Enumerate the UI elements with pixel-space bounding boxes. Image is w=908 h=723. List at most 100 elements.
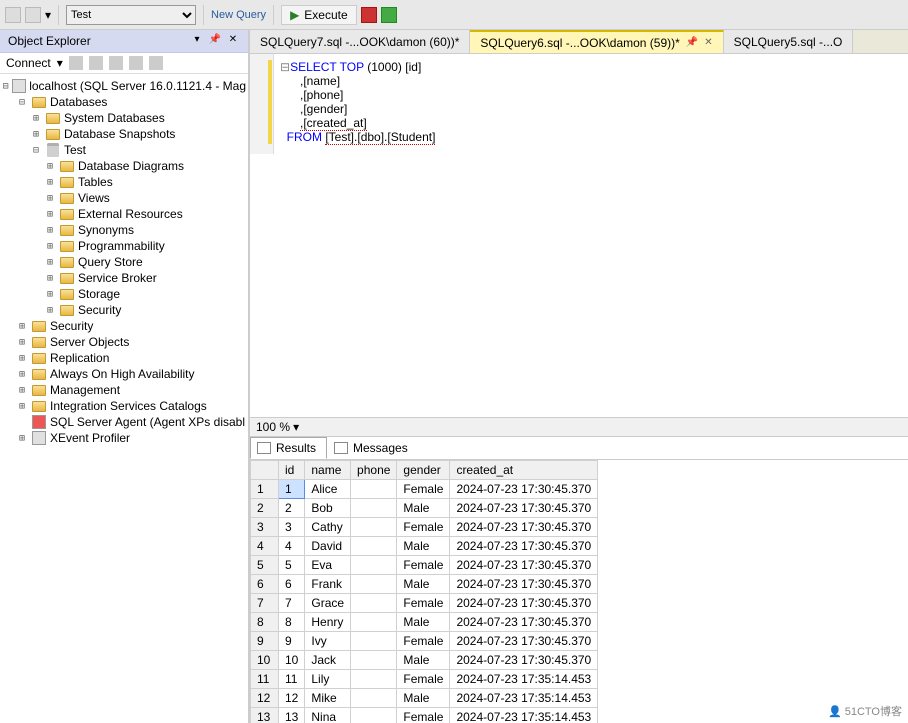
cell[interactable]: Ivy: [305, 632, 351, 651]
cell[interactable]: 2024-07-23 17:30:45.370: [450, 480, 598, 499]
toolbar-icon[interactable]: [25, 7, 41, 23]
cell[interactable]: 2024-07-23 17:30:45.370: [450, 594, 598, 613]
tree-node[interactable]: ⊞Security: [2, 318, 246, 334]
results-tab[interactable]: Results: [250, 437, 327, 459]
results-grid[interactable]: idnamephonegendercreated_at 11AliceFemal…: [250, 460, 598, 723]
tree-node[interactable]: ⊞External Resources: [2, 206, 246, 222]
cell[interactable]: David: [305, 537, 351, 556]
cell[interactable]: [351, 670, 397, 689]
cell[interactable]: Female: [397, 480, 450, 499]
cell[interactable]: 13: [279, 708, 305, 723]
cell[interactable]: 2024-07-23 17:30:45.370: [450, 632, 598, 651]
table-row[interactable]: 77GraceFemale2024-07-23 17:30:45.370: [251, 594, 598, 613]
tree-node[interactable]: ⊞Query Store: [2, 254, 246, 270]
cell[interactable]: Male: [397, 575, 450, 594]
tree-node[interactable]: SQL Server Agent (Agent XPs disabl: [2, 414, 246, 430]
table-row[interactable]: 88HenryMale2024-07-23 17:30:45.370: [251, 613, 598, 632]
column-header[interactable]: id: [279, 461, 305, 480]
cell[interactable]: 2024-07-23 17:30:45.370: [450, 537, 598, 556]
column-header[interactable]: gender: [397, 461, 450, 480]
database-selector[interactable]: Test: [66, 5, 196, 25]
cell[interactable]: Nina: [305, 708, 351, 723]
row-number[interactable]: 8: [251, 613, 279, 632]
cell[interactable]: 2024-07-23 17:30:45.370: [450, 613, 598, 632]
cell[interactable]: Female: [397, 594, 450, 613]
cell[interactable]: 2024-07-23 17:30:45.370: [450, 651, 598, 670]
expand-icon[interactable]: ⊟: [30, 145, 42, 156]
expand-icon[interactable]: ⊞: [44, 161, 56, 172]
connect-icon[interactable]: [69, 56, 83, 70]
cell[interactable]: [351, 556, 397, 575]
cell[interactable]: 5: [279, 556, 305, 575]
row-number[interactable]: 2: [251, 499, 279, 518]
stop-icon[interactable]: [109, 56, 123, 70]
cell[interactable]: Henry: [305, 613, 351, 632]
cell[interactable]: [351, 708, 397, 723]
tree-node[interactable]: ⊞Database Snapshots: [2, 126, 246, 142]
file-tab[interactable]: SQLQuery5.sql -...O: [724, 30, 854, 53]
cell[interactable]: [351, 594, 397, 613]
expand-icon[interactable]: ⊞: [44, 241, 56, 252]
zoom-bar[interactable]: 100 % ▾: [250, 417, 908, 437]
table-row[interactable]: 99IvyFemale2024-07-23 17:30:45.370: [251, 632, 598, 651]
cell[interactable]: 11: [279, 670, 305, 689]
file-tab-active[interactable]: SQLQuery6.sql -...OOK\damon (59))*📌✕: [470, 30, 723, 53]
expand-icon[interactable]: ⊞: [16, 385, 28, 396]
cell[interactable]: Lily: [305, 670, 351, 689]
tree-node[interactable]: ⊞Database Diagrams: [2, 158, 246, 174]
cell[interactable]: 3: [279, 518, 305, 537]
tree-node[interactable]: ⊞Storage: [2, 286, 246, 302]
cell[interactable]: 2024-07-23 17:35:14.453: [450, 689, 598, 708]
tree-node[interactable]: ⊟Databases: [2, 94, 246, 110]
row-number[interactable]: 1: [251, 480, 279, 499]
table-row[interactable]: 55EvaFemale2024-07-23 17:30:45.370: [251, 556, 598, 575]
cell[interactable]: Mike: [305, 689, 351, 708]
tree-node[interactable]: ⊞Programmability: [2, 238, 246, 254]
expand-icon[interactable]: ⊞: [44, 177, 56, 188]
cell[interactable]: 4: [279, 537, 305, 556]
table-row[interactable]: 1313NinaFemale2024-07-23 17:35:14.453: [251, 708, 598, 723]
new-query-link[interactable]: New Query: [211, 9, 266, 21]
dropdown-icon[interactable]: ▾: [190, 34, 204, 48]
row-number[interactable]: 13: [251, 708, 279, 723]
table-row[interactable]: 11AliceFemale2024-07-23 17:30:45.370: [251, 480, 598, 499]
tree-node[interactable]: ⊞Replication: [2, 350, 246, 366]
pin-icon[interactable]: 📌: [208, 34, 222, 48]
expand-icon[interactable]: ⊞: [16, 321, 28, 332]
cell[interactable]: [351, 651, 397, 670]
tree-node[interactable]: ⊞Always On High Availability: [2, 366, 246, 382]
cell[interactable]: Female: [397, 708, 450, 723]
expand-icon[interactable]: ⊞: [16, 353, 28, 364]
cell[interactable]: [351, 499, 397, 518]
results-grid-wrapper[interactable]: idnamephonegendercreated_at 11AliceFemal…: [250, 460, 908, 723]
tree-node[interactable]: ⊟localhost (SQL Server 16.0.1121.4 - Mag: [2, 78, 246, 94]
cell[interactable]: [351, 689, 397, 708]
cell[interactable]: Grace: [305, 594, 351, 613]
table-row[interactable]: 22BobMale2024-07-23 17:30:45.370: [251, 499, 598, 518]
cell[interactable]: [351, 480, 397, 499]
cell[interactable]: 2024-07-23 17:35:14.453: [450, 708, 598, 723]
cell[interactable]: 6: [279, 575, 305, 594]
expand-icon[interactable]: ⊞: [16, 337, 28, 348]
row-number[interactable]: 3: [251, 518, 279, 537]
row-number[interactable]: 12: [251, 689, 279, 708]
cell[interactable]: Male: [397, 499, 450, 518]
dropdown-icon[interactable]: ▾: [57, 56, 63, 70]
expand-icon[interactable]: ⊞: [44, 209, 56, 220]
file-tab[interactable]: SQLQuery7.sql -...OOK\damon (60))*: [250, 30, 470, 53]
pin-icon[interactable]: 📌: [686, 37, 698, 48]
cell[interactable]: Eva: [305, 556, 351, 575]
cell[interactable]: Female: [397, 632, 450, 651]
object-explorer-tree[interactable]: ⊟localhost (SQL Server 16.0.1121.4 - Mag…: [0, 74, 248, 723]
expand-icon[interactable]: ⊞: [44, 273, 56, 284]
tree-node[interactable]: ⊞XEvent Profiler: [2, 430, 246, 446]
table-row[interactable]: 1212MikeMale2024-07-23 17:35:14.453: [251, 689, 598, 708]
tree-node[interactable]: ⊞Service Broker: [2, 270, 246, 286]
cell[interactable]: 2: [279, 499, 305, 518]
expand-icon[interactable]: ⊞: [30, 129, 42, 140]
row-number[interactable]: 5: [251, 556, 279, 575]
cell[interactable]: [351, 518, 397, 537]
cell[interactable]: Female: [397, 670, 450, 689]
cell[interactable]: 2024-07-23 17:30:45.370: [450, 518, 598, 537]
expand-icon[interactable]: ⊞: [30, 113, 42, 124]
